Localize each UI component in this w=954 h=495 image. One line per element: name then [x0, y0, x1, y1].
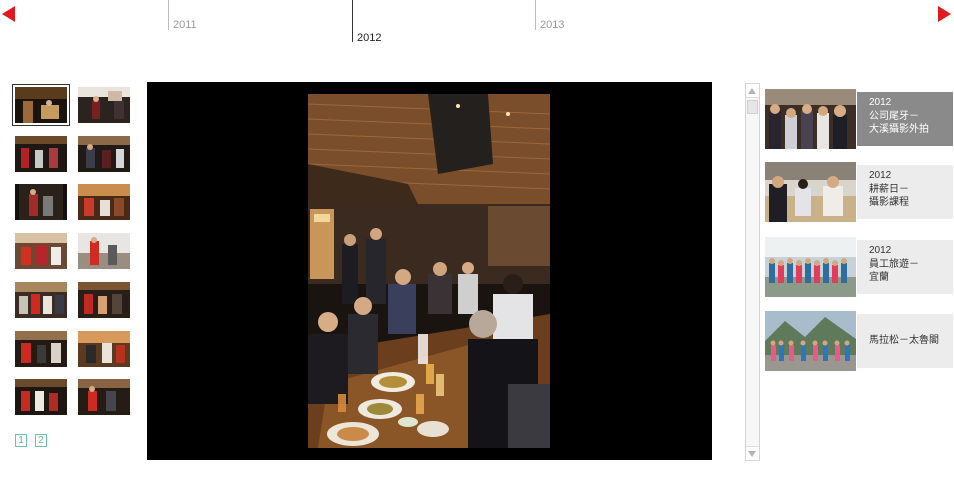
- album-thumbnail-photo: [765, 237, 856, 297]
- album-thumbnail: [765, 311, 856, 371]
- thumbnail-photo: [78, 184, 130, 220]
- album-year: 2012: [869, 97, 892, 108]
- main-photo[interactable]: [308, 94, 550, 448]
- album-title-line2: 大溪攝影外拍: [869, 124, 929, 135]
- thumbnail-photo: [15, 136, 67, 172]
- thumbnail-10[interactable]: [78, 282, 130, 318]
- album-list-scrollbar[interactable]: [745, 83, 760, 461]
- scrollbar-thumb[interactable]: [747, 100, 758, 114]
- thumbnail-photo: [78, 87, 130, 123]
- photo-viewer: [147, 82, 712, 460]
- album-thumbnail: [765, 237, 856, 297]
- album-thumbnail-photo: [765, 311, 856, 371]
- album-thumbnail: [765, 89, 856, 149]
- thumbnail-photo: [78, 136, 130, 172]
- album-item-employee-trip[interactable]: 2012 員工旅遊－ 宜蘭: [765, 237, 953, 297]
- year-tick-2011: [168, 0, 169, 30]
- scroll-up-button[interactable]: [746, 84, 759, 98]
- page-2-link[interactable]: 2: [35, 434, 47, 447]
- album-item-year-end-party[interactable]: 2012 公司尾牙－ 大溪攝影外拍: [765, 89, 953, 149]
- thumbnail-pager: 1 2: [15, 434, 47, 447]
- thumbnail-12[interactable]: [78, 331, 130, 367]
- album-thumbnail: [765, 162, 856, 222]
- thumbnail-photo: [15, 184, 67, 220]
- thumbnail-9[interactable]: [15, 282, 67, 318]
- thumbnail-13[interactable]: [15, 379, 67, 415]
- album-info: 馬拉松－太魯閣: [857, 314, 953, 368]
- album-year: 2012: [869, 170, 892, 181]
- album-title-line1: 耕薪日－: [869, 183, 909, 195]
- thumbnail-6[interactable]: [78, 184, 130, 220]
- thumbnail-1[interactable]: [12, 84, 70, 126]
- thumbnail-photo: [15, 233, 67, 269]
- album-title-line1: 員工旅遊－: [869, 258, 919, 270]
- thumbnail-photo: [15, 87, 67, 123]
- scroll-down-button[interactable]: [746, 446, 759, 460]
- thumbnail-5[interactable]: [15, 184, 67, 220]
- thumbnail-photo: [78, 379, 130, 415]
- thumbnail-3[interactable]: [15, 136, 67, 172]
- album-info: 2012 員工旅遊－ 宜蘭: [857, 240, 953, 294]
- album-info: 2012 耕薪日－ 攝影課程: [857, 165, 953, 219]
- triangle-up-icon: [748, 88, 756, 94]
- thumbnail-14[interactable]: [78, 379, 130, 415]
- album-title-line1: 公司尾牙－: [869, 110, 919, 122]
- thumbnail-7[interactable]: [15, 233, 67, 269]
- thumbnail-photo: [78, 233, 130, 269]
- album-info: 2012 公司尾牙－ 大溪攝影外拍: [857, 92, 953, 146]
- triangle-down-icon: [748, 451, 756, 457]
- thumbnail-photo: [15, 379, 67, 415]
- year-2013[interactable]: 2013: [540, 19, 564, 31]
- album-thumbnail-photo: [765, 162, 856, 222]
- main-photo-image: [308, 94, 550, 448]
- year-tick-2012: [352, 0, 353, 42]
- thumbnail-photo: [78, 331, 130, 367]
- thumbnail-2[interactable]: [78, 87, 130, 123]
- album-title-line2: 宜蘭: [869, 272, 889, 283]
- thumbnail-8[interactable]: [78, 233, 130, 269]
- album-item-marathon[interactable]: 馬拉松－太魯閣: [765, 311, 953, 371]
- next-arrow-icon[interactable]: [938, 6, 951, 22]
- year-tick-2013: [535, 0, 536, 30]
- thumbnail-11[interactable]: [15, 331, 67, 367]
- album-item-training-day[interactable]: 2012 耕薪日－ 攝影課程: [765, 162, 953, 222]
- year-2011[interactable]: 2011: [173, 19, 197, 31]
- year-2012[interactable]: 2012: [357, 32, 381, 44]
- page-1-link[interactable]: 1: [15, 434, 27, 447]
- album-thumbnail-photo: [765, 89, 856, 149]
- album-year: 2012: [869, 245, 892, 256]
- thumbnail-photo: [15, 282, 67, 318]
- thumbnail-photo: [15, 331, 67, 367]
- album-title-line2: 攝影課程: [869, 197, 909, 208]
- album-title-line1: 馬拉松－太魯閣: [869, 335, 939, 347]
- thumbnail-4[interactable]: [78, 136, 130, 172]
- thumbnail-photo: [78, 282, 130, 318]
- prev-arrow-icon[interactable]: [2, 6, 15, 22]
